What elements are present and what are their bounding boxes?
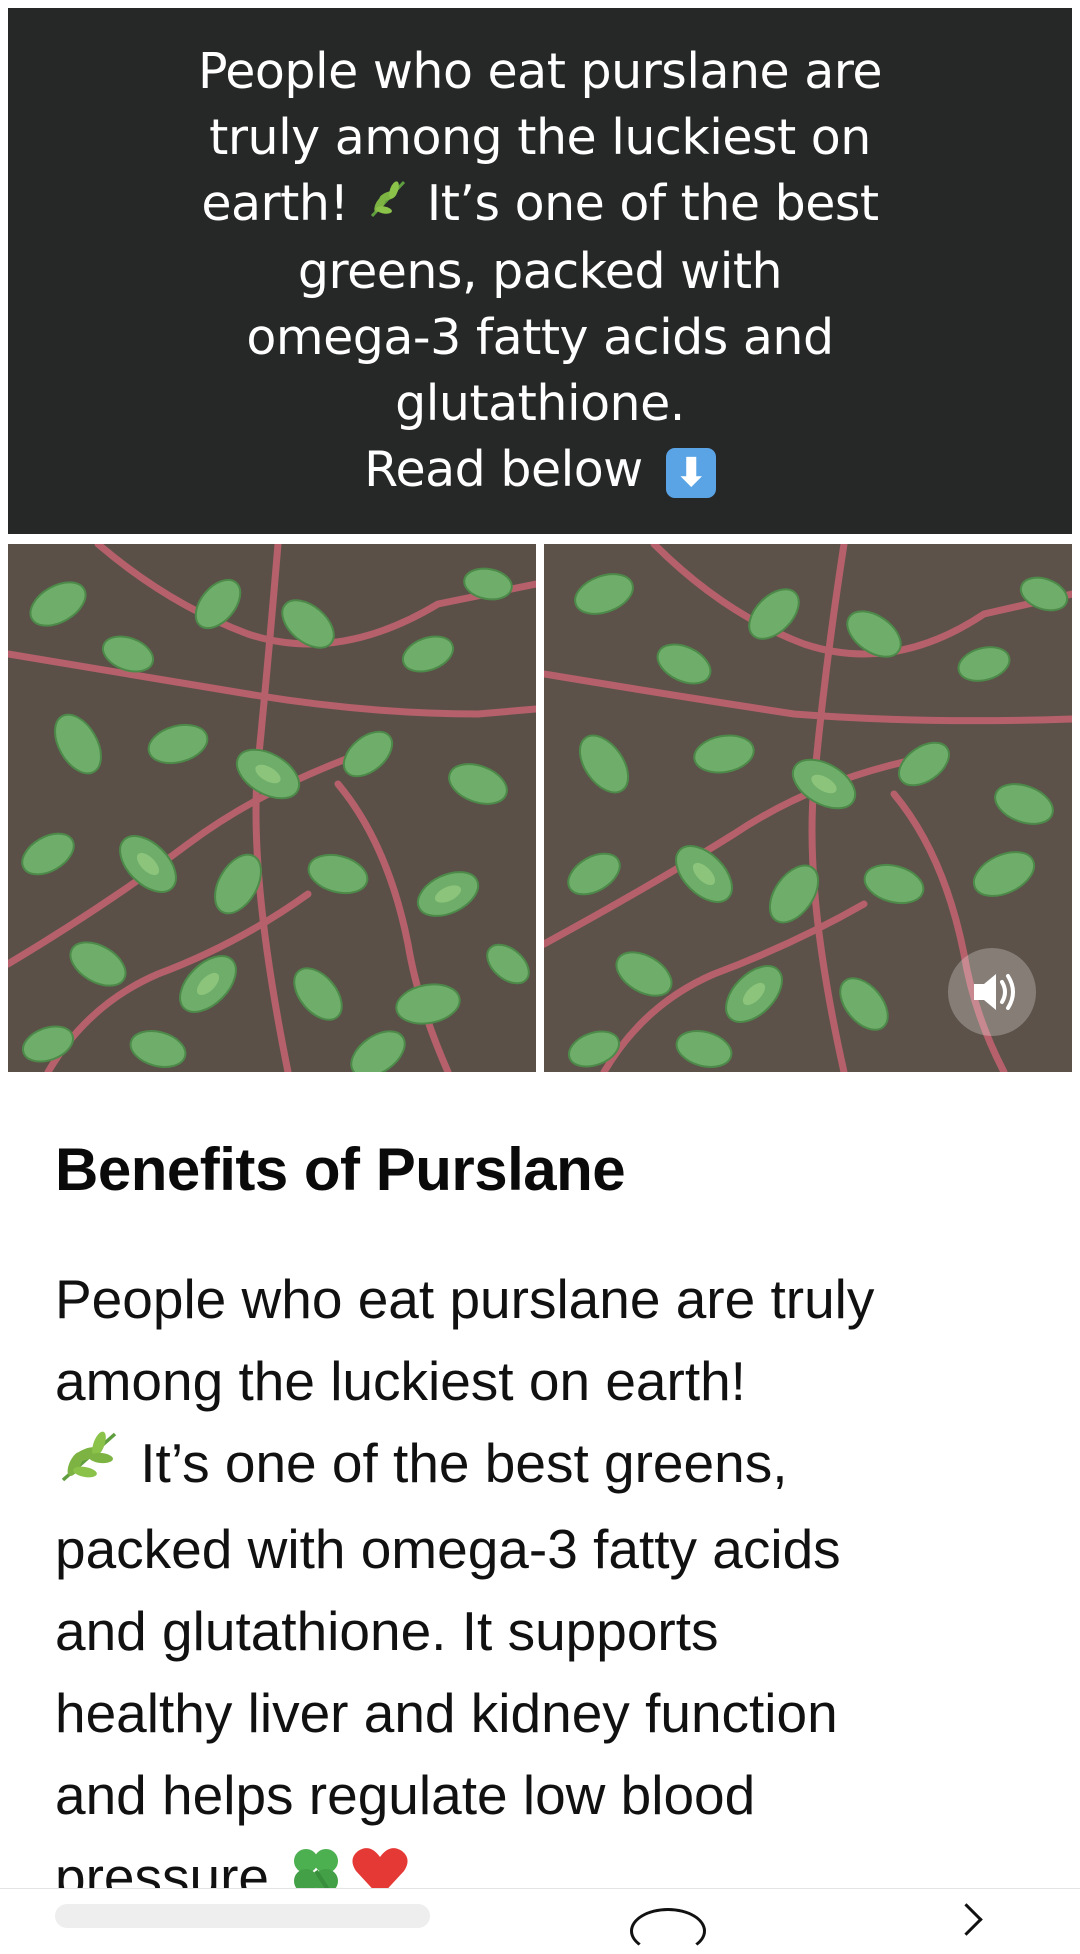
- purslane-photo-icon: [8, 544, 536, 1072]
- comment-input[interactable]: [55, 1904, 430, 1928]
- read-below-text: Read below: [364, 441, 643, 499]
- article-line-5: and glutathione. It supports: [55, 1600, 719, 1663]
- reaction-icon[interactable]: [630, 1908, 706, 1954]
- article-line-7: and helps regulate low blood: [55, 1764, 756, 1827]
- banner-line-3b: It’s one of the best: [426, 174, 879, 232]
- article-line-2: among the luckiest on earth!: [55, 1350, 746, 1412]
- down-arrow-icon: ⬇: [665, 447, 716, 498]
- banner-line-3: earth! It’s one of the best: [201, 171, 879, 240]
- article-body: People who eat purslane are truly among …: [55, 1258, 1055, 1923]
- article-line-6: healthy liver and kidney function: [55, 1682, 838, 1745]
- article-title: Benefits of Purslane: [55, 1136, 626, 1203]
- speaker-icon[interactable]: [944, 944, 1040, 1040]
- banner-line-5: omega-3 fatty acids and: [246, 309, 834, 367]
- article-line-1: People who eat purslane are truly: [55, 1268, 875, 1330]
- banner-line-3a: earth!: [201, 174, 349, 232]
- article-line-4: packed with omega-3 fatty acids: [55, 1518, 841, 1581]
- article-line-3: It’s one of the best greens,: [55, 1422, 1055, 1508]
- banner-line-1: People who eat purslane are: [197, 42, 883, 100]
- caption-banner: People who eat purslane are truly among …: [8, 8, 1072, 534]
- leaf-icon: [55, 1426, 125, 1508]
- article-line-3-text: It’s one of the best greens,: [140, 1432, 788, 1494]
- banner-line-6: glutathione.: [395, 375, 685, 433]
- banner-line-2: truly among the luckiest on: [209, 108, 871, 166]
- banner-line-7: Read below ⬇: [364, 437, 716, 503]
- banner-line-4: greens, packed with: [297, 243, 783, 301]
- leaf-icon: [364, 173, 412, 239]
- purslane-photo-right[interactable]: [544, 544, 1072, 1072]
- purslane-photo-left[interactable]: [8, 544, 536, 1072]
